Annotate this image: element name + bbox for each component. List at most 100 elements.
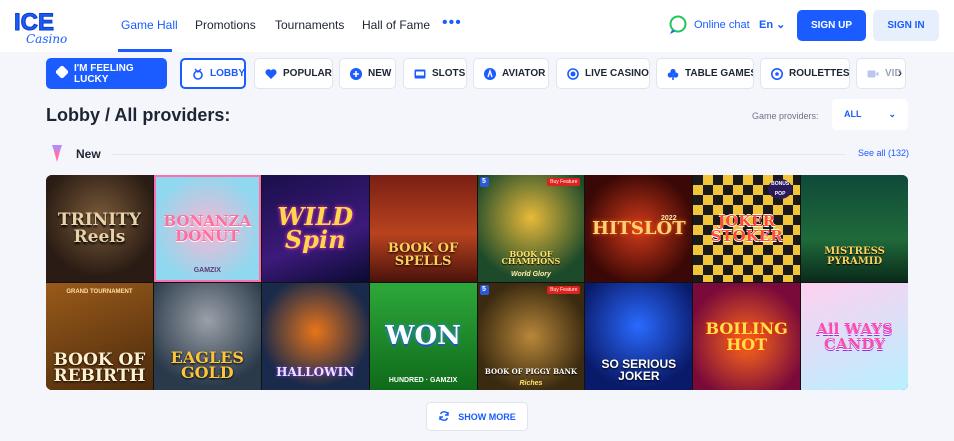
- game-title: JOKER STOKER: [710, 212, 783, 245]
- game-tile[interactable]: BOILING HOT: [693, 283, 801, 390]
- chevron-right-icon[interactable]: ›: [898, 66, 902, 80]
- online-chat-link[interactable]: Online chat: [694, 19, 750, 31]
- game-title: All WAYS CANDY: [816, 320, 893, 353]
- game-title: BOILING HOT: [705, 319, 788, 354]
- game-title: EAGLES GOLD: [170, 347, 244, 382]
- game-tile[interactable]: EAGLES GOLD: [153, 283, 261, 390]
- category-slots[interactable]: SLOTS: [403, 58, 467, 89]
- category-aviator[interactable]: AVIATOR: [473, 58, 549, 89]
- category-table-games[interactable]: TABLE GAMES: [656, 58, 754, 89]
- nav-tournaments[interactable]: Tournaments: [275, 18, 344, 32]
- game-tile[interactable]: BOOK OF SPELLS: [369, 175, 477, 282]
- category-label: TABLE GAMES: [685, 68, 754, 79]
- sign-in-button[interactable]: SIGN IN: [873, 10, 939, 41]
- category-label: POPULAR: [283, 68, 332, 79]
- category-label: NEW: [368, 68, 392, 79]
- plus-circle-icon: [350, 67, 362, 80]
- buy-feature-badge: Buy Feature: [547, 178, 581, 186]
- category-new[interactable]: NEW: [339, 58, 396, 89]
- providers-value: ALL: [844, 109, 862, 119]
- category-label: ROULETTES: [789, 68, 850, 79]
- nav-hall-of-fame[interactable]: Hall of Fame: [362, 18, 430, 32]
- game-tile[interactable]: WON HUNDRED · GAMZIX: [369, 283, 477, 390]
- providers-label: Game providers:: [752, 111, 819, 121]
- page-title: Lobby / All providers:: [46, 105, 231, 125]
- feeling-lucky-label: I'M FEELING LUCKY: [74, 62, 134, 85]
- svg-text:Casino: Casino: [26, 32, 67, 46]
- game-tile[interactable]: TRINITY Reels: [46, 175, 153, 282]
- game-title: BOOK OF PIGGY BANK: [484, 367, 577, 377]
- top-header: ICE Casino Game Hall Promotions Tourname…: [0, 0, 954, 52]
- game-tile[interactable]: HALLOWIN: [261, 283, 369, 390]
- game-title: MISTRESS PYRAMID: [824, 246, 885, 267]
- game-badge: BONUS POP: [768, 179, 793, 199]
- game-subtitle: HUNDRED · GAMZIX: [388, 377, 458, 384]
- provider-badge: 5: [479, 285, 489, 295]
- game-tile[interactable]: GRAND TOURNAMENT BOOK OF REBIRTH: [46, 283, 153, 390]
- language-label: En: [759, 19, 774, 31]
- chevron-down-icon: ⌄: [888, 109, 896, 119]
- game-subtitle: 2022: [661, 215, 677, 222]
- game-tile[interactable]: All WAYS CANDY: [801, 283, 908, 390]
- game-provider: GAMZIX: [193, 267, 221, 274]
- game-title: TRINITY Reels: [57, 210, 141, 247]
- feeling-lucky-button[interactable]: I'M FEELING LUCKY: [46, 58, 167, 89]
- chevron-down-icon: ⌄: [776, 19, 786, 31]
- more-menu-icon[interactable]: •••: [442, 14, 462, 32]
- game-title: BOOK OF SPELLS: [387, 241, 459, 269]
- lobby-icon: [192, 68, 204, 80]
- sign-up-button[interactable]: SIGN UP: [797, 10, 866, 41]
- game-tile[interactable]: BONANZA DONUT GAMZIX: [153, 175, 261, 282]
- show-more-button[interactable]: SHOW MORE: [426, 402, 528, 431]
- heart-icon: [265, 68, 277, 80]
- providers-select[interactable]: ALL ⌄: [832, 99, 908, 130]
- video-icon: [867, 68, 879, 80]
- language-selector[interactable]: En ⌄: [759, 18, 785, 31]
- game-title: SO SERIOUS JOKER: [601, 357, 677, 383]
- game-tile[interactable]: HITSLOT 2022: [585, 175, 693, 282]
- game-subtitle: GRAND TOURNAMENT: [66, 289, 133, 295]
- nav-active-indicator: [118, 49, 172, 52]
- aviator-icon: [484, 67, 496, 80]
- game-subtitle: Riches: [519, 380, 543, 387]
- category-lobby[interactable]: LOBBY: [180, 58, 246, 89]
- game-tile[interactable]: MISTRESS PYRAMID: [801, 175, 908, 282]
- game-title: BONANZA DONUT: [163, 212, 252, 245]
- game-tile[interactable]: 5 Buy Feature BOOK OF PIGGY BANK Riches: [477, 283, 585, 390]
- game-subtitle: World Glory: [510, 271, 551, 278]
- category-popular[interactable]: POPULAR: [254, 58, 333, 89]
- game-title: WILD Spin: [277, 201, 354, 254]
- buy-feature-badge: Buy Feature: [547, 286, 581, 294]
- ice-cream-icon: [50, 143, 64, 163]
- club-suit-icon: [667, 68, 679, 80]
- chat-bubble-icon[interactable]: [668, 15, 688, 35]
- nav-game-hall[interactable]: Game Hall: [121, 18, 178, 32]
- game-tile[interactable]: WILD Spin: [261, 175, 369, 282]
- dice-icon: [55, 65, 69, 81]
- nav-promotions[interactable]: Promotions: [195, 18, 256, 32]
- show-more-label: SHOW MORE: [458, 411, 516, 422]
- game-title: BOOK OF CHAMPIONS: [501, 248, 561, 267]
- game-title: BOOK OF REBIRTH: [53, 349, 146, 386]
- game-title: WON: [385, 321, 461, 352]
- refresh-icon: [438, 410, 450, 424]
- provider-badge: 5: [479, 177, 489, 187]
- game-title: HITSLOT: [592, 217, 686, 239]
- category-label: LOBBY: [210, 68, 245, 79]
- game-tile[interactable]: JOKER STOKER BONUS POP: [693, 175, 801, 282]
- section-title: New: [76, 147, 101, 161]
- game-title: HALLOWIN: [276, 364, 355, 379]
- ice-casino-logo[interactable]: ICE Casino: [12, 6, 72, 47]
- section-divider: [112, 154, 846, 155]
- games-grid: TRINITY Reels BONANZA DONUT GAMZIX WILD …: [46, 175, 908, 390]
- category-roulettes[interactable]: ROULETTES: [760, 58, 850, 89]
- see-all-link[interactable]: See all (132): [858, 148, 909, 158]
- category-label: AVIATOR: [502, 68, 546, 79]
- game-tile[interactable]: 5 Buy Feature BOOK OF CHAMPIONS World Gl…: [477, 175, 585, 282]
- live-icon: [567, 67, 579, 80]
- slot-machine-icon: [414, 68, 426, 80]
- category-live-casino[interactable]: LIVE CASINO: [556, 58, 650, 89]
- game-tile[interactable]: SO SERIOUS JOKER: [585, 283, 693, 390]
- category-label: SLOTS: [432, 68, 466, 79]
- category-label: LIVE CASINO: [585, 68, 649, 79]
